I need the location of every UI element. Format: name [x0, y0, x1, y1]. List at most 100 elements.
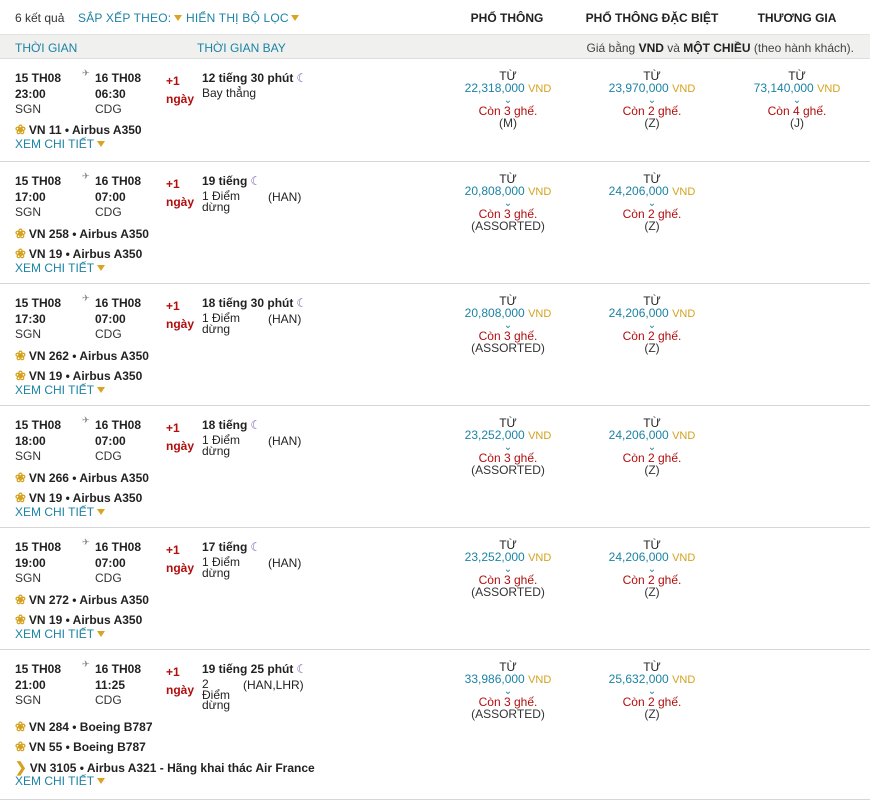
- departure-airport: SGN: [15, 571, 42, 585]
- flight-duration: 19 tiếng 25 phút ☾: [202, 662, 308, 676]
- fare-class: (Z): [644, 218, 660, 233]
- arrival: 16 TH08 07:00 CDG: [95, 174, 141, 221]
- fare-currency: VND: [528, 551, 552, 564]
- airline-lotus-icon: ❀: [15, 490, 26, 505]
- flight-row: 15 TH08 18:00 SGN ✈ 16 TH08 07:00 CDG +1 ngày 18 …: [0, 406, 870, 528]
- fare-option[interactable]: TỪ 24,206,000 VND ⌄ Còn 2 ghế. (Z): [577, 539, 727, 599]
- arrival-airport: CDG: [95, 693, 122, 707]
- arrival-airport: CDG: [95, 449, 122, 463]
- fare-option[interactable]: TỪ 20,808,000 VND ⌄ Còn 3 ghế. (ASSORTED): [433, 173, 583, 233]
- fare-price: 20,808,000: [464, 305, 525, 320]
- airline-lotus-icon: ❀: [15, 246, 26, 261]
- fare-option[interactable]: TỪ 23,252,000 VND ⌄ Còn 3 ghế. (ASSORTED): [433, 539, 583, 599]
- departure: 15 TH08 17:30 SGN: [15, 296, 61, 343]
- flight-row: 15 TH08 21:00 SGN ✈ 16 TH08 11:25 CDG +1 ngày 19 …: [0, 650, 870, 800]
- fare-option[interactable]: TỪ 22,318,000 VND ⌄ Còn 3 ghế. (M): [433, 70, 583, 130]
- stops-info: 2 Điểm dừng: [202, 677, 231, 712]
- fare-currency: VND: [672, 551, 696, 564]
- caret-down-icon: [97, 387, 106, 393]
- plus-day-badge: +1 ngày: [166, 177, 195, 209]
- plus-day-badge: +1 ngày: [166, 543, 195, 575]
- fare-currency: VND: [672, 673, 696, 686]
- fare-currency: VND: [672, 307, 696, 320]
- flight-segment: ❀ VN 19 • Airbus A350: [15, 368, 143, 383]
- airline-lotus-icon: ❀: [15, 348, 26, 363]
- fare-option[interactable]: TỪ 33,986,000 VND ⌄ Còn 3 ghế. (ASSORTED): [433, 661, 583, 721]
- fare-class: (ASSORTED): [471, 218, 545, 233]
- arrival: 16 TH08 11:25 CDG: [95, 662, 141, 709]
- fare-class: (M): [499, 115, 517, 130]
- plus-day-badge: +1 ngày: [166, 421, 195, 453]
- arrival-date: 16 TH08: [95, 418, 142, 432]
- arrival-date: 16 TH08: [95, 71, 142, 85]
- fare-class: (ASSORTED): [471, 706, 545, 721]
- flight-segment: ❀ VN 19 • Airbus A350: [15, 490, 143, 505]
- departure-time: 17:30: [15, 311, 46, 326]
- fare-option[interactable]: TỪ 24,206,000 VND ⌄ Còn 2 ghế. (Z): [577, 173, 727, 233]
- departure: 15 TH08 23:00 SGN: [15, 71, 61, 118]
- overnight-moon-icon: ☾: [296, 662, 308, 676]
- sort-dropdown[interactable]: SẮP XẾP THEO:: [78, 11, 183, 25]
- arrival-time: 07:00: [95, 189, 126, 204]
- arrival: 16 TH08 06:30 CDG: [95, 71, 141, 118]
- stops-info: 1 Điểm dừng: [202, 555, 241, 580]
- airline-lotus-icon: ❀: [15, 470, 26, 485]
- fare-class: (Z): [644, 584, 660, 599]
- departure-airport: SGN: [15, 102, 42, 116]
- arrival-time: 07:00: [95, 311, 126, 326]
- airline-lotus-icon: ❀: [15, 368, 26, 383]
- fare-option[interactable]: TỪ 24,206,000 VND ⌄ Còn 2 ghế. (Z): [577, 417, 727, 476]
- view-details-link[interactable]: XEM CHI TIẾT: [15, 137, 106, 151]
- plane-icon: ✈: [82, 537, 90, 547]
- fare-class: (Z): [644, 115, 660, 130]
- arrival: 16 TH08 07:00 CDG: [95, 540, 141, 587]
- plus-day-badge: +1 ngày: [166, 74, 195, 106]
- view-details-link[interactable]: XEM CHI TIẾT: [15, 505, 106, 519]
- overnight-moon-icon: ☾: [250, 418, 262, 432]
- fare-option[interactable]: TỪ 25,632,000 VND ⌄ Còn 2 ghế. (Z): [577, 661, 727, 721]
- flight-segment: ❀ VN 258 • Airbus A350: [15, 226, 149, 241]
- flight-row: 15 TH08 17:00 SGN ✈ 16 TH08 07:00 CDG +1 ngày 19 …: [0, 162, 870, 284]
- fare-class: (J): [790, 115, 804, 130]
- filter-label: HIỂN THỊ BỘ LỌC: [186, 11, 289, 25]
- fare-option[interactable]: TỪ 23,252,000 VND ⌄ Còn 3 ghế. (ASSORTED): [433, 417, 583, 476]
- departure-date: 15 TH08: [15, 540, 62, 554]
- fare-price: 24,206,000: [608, 305, 669, 320]
- fare-class: (ASSORTED): [471, 584, 545, 599]
- stopover-airports: (HAN): [268, 556, 302, 570]
- caret-down-icon: [97, 265, 106, 271]
- filter-toggle[interactable]: HIỂN THỊ BỘ LỌC: [186, 11, 299, 25]
- caret-down-icon: [97, 141, 106, 147]
- view-details-link[interactable]: XEM CHI TIẾT: [15, 383, 106, 397]
- sort-by-duration-header[interactable]: THỜI GIAN BAY: [197, 41, 286, 55]
- fare-currency: VND: [672, 185, 696, 198]
- flight-row: 15 TH08 17:30 SGN ✈ 16 TH08 07:00 CDG +1 ngày 18 …: [0, 284, 870, 406]
- plus-day-badge: +1 ngày: [166, 299, 195, 331]
- arrival-time: 07:00: [95, 433, 126, 448]
- fare-currency: VND: [528, 307, 552, 320]
- sort-by-time-header[interactable]: THỜI GIAN: [15, 41, 77, 55]
- airline-lotus-icon: ❀: [15, 592, 26, 607]
- airline-lotus-icon: ❀: [15, 226, 26, 241]
- fare-option[interactable]: TỪ 24,206,000 VND ⌄ Còn 2 ghế. (Z): [577, 295, 727, 355]
- flight-duration: 18 tiếng ☾: [202, 418, 262, 432]
- fare-class: (ASSORTED): [471, 340, 545, 355]
- stopover-airports: (HAN,LHR): [243, 678, 304, 692]
- caret-down-icon: [174, 15, 183, 21]
- view-details-link[interactable]: XEM CHI TIẾT: [15, 627, 106, 641]
- fare-option[interactable]: TỪ 23,970,000 VND ⌄ Còn 2 ghế. (Z): [577, 70, 727, 130]
- fare-class: (Z): [644, 340, 660, 355]
- view-details-link[interactable]: XEM CHI TIẾT: [15, 261, 106, 275]
- view-details-link[interactable]: XEM CHI TIẾT: [15, 774, 106, 788]
- fare-option[interactable]: TỪ 73,140,000 VND ⌄ Còn 4 ghế. (J): [722, 70, 870, 130]
- fare-price: 23,970,000: [608, 80, 669, 95]
- overnight-moon-icon: ☾: [250, 174, 262, 188]
- airline-lotus-icon: ❀: [15, 612, 26, 627]
- fare-option[interactable]: TỪ 20,808,000 VND ⌄ Còn 3 ghế. (ASSORTED): [433, 295, 583, 355]
- result-count: 6 kết quả: [15, 11, 65, 25]
- fare-price: 22,318,000: [464, 80, 525, 95]
- fare-class: (Z): [644, 706, 660, 721]
- overnight-moon-icon: ☾: [250, 540, 262, 554]
- fare-price: 24,206,000: [608, 183, 669, 198]
- departure-airport: SGN: [15, 205, 42, 219]
